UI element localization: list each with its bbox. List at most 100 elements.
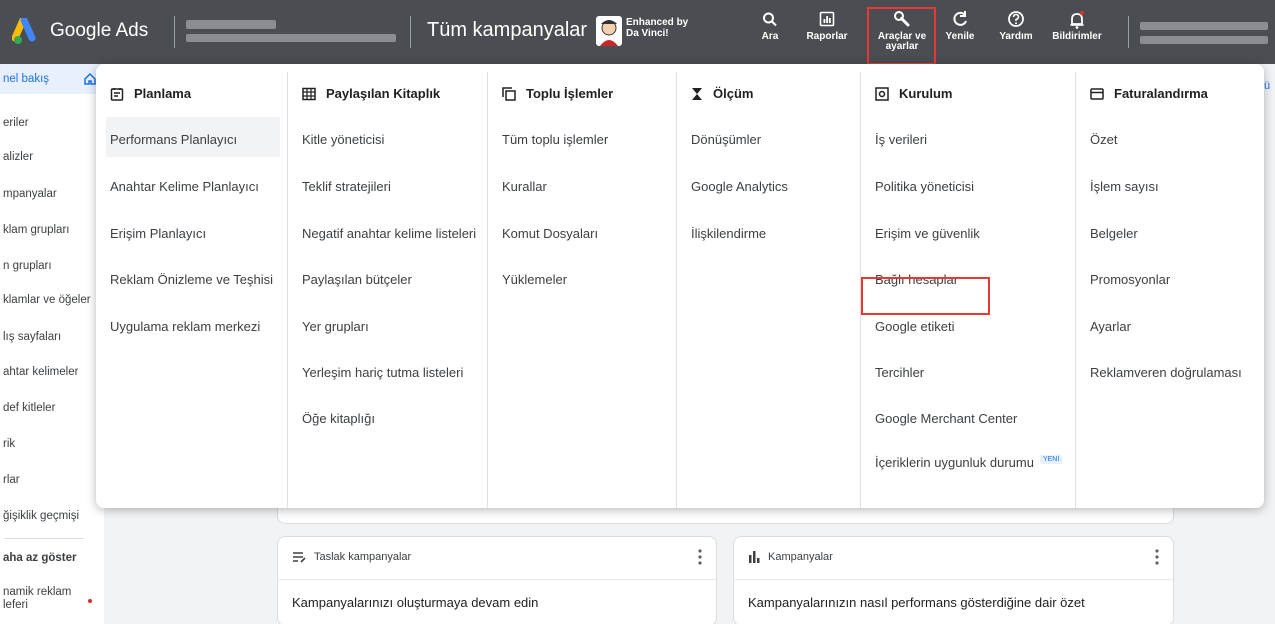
menu-link-ad-preview[interactable]: Reklam Önizleme ve Teşhisi: [110, 272, 273, 287]
sidebar-item[interactable]: klam grupları: [0, 224, 104, 236]
menu-link-settings[interactable]: Ayarlar: [1090, 319, 1131, 334]
draft-icon: [293, 552, 306, 563]
card-body: Kampanyalarınızın nasıl performans göste…: [748, 595, 1085, 610]
sidebar-item[interactable]: rik: [0, 438, 104, 450]
sidebar-item[interactable]: n grupları: [0, 260, 104, 272]
avatar: [596, 16, 622, 46]
enhanced-badge: Enhanced by Da Vinci!: [626, 17, 689, 39]
more-vert-icon[interactable]: [1155, 549, 1159, 565]
sidebar-item[interactable]: klamlar ve öğeler: [0, 294, 104, 306]
home-icon: [84, 73, 96, 85]
campaigns-card: Kampanyalar Kampanyalarınızın nasıl perf…: [733, 536, 1174, 624]
menu-link-all-bulk-actions[interactable]: Tüm toplu işlemler: [502, 132, 608, 147]
menu-link-summary[interactable]: Özet: [1090, 132, 1117, 147]
sidebar-item[interactable]: mpanyalar: [0, 188, 104, 200]
menu-column-bulk-actions: Toplu İşlemler Tüm toplu işlemler Kurall…: [487, 72, 676, 508]
menu-column-title: Paylaşılan Kitaplık: [326, 86, 441, 101]
menu-link-google-tag[interactable]: Google etiketi: [875, 319, 955, 334]
reports-button[interactable]: Raporlar: [804, 10, 850, 60]
menu-link-performance-planner[interactable]: Performans Planlayıcı: [110, 132, 237, 147]
menu-link-google-merchant-center[interactable]: Google Merchant Center: [875, 411, 1017, 426]
right-edge-text: ü: [1264, 80, 1271, 92]
menu-link-app-ads-hub[interactable]: Uygulama reklam merkezi: [110, 319, 260, 334]
more-vert-icon[interactable]: [698, 549, 702, 565]
menu-link-asset-library[interactable]: Öğe kitaplığı: [302, 411, 375, 426]
menu-link-preferences[interactable]: Tercihler: [875, 365, 924, 380]
help-button[interactable]: Yardım: [996, 10, 1036, 60]
top-app-bar: Google Ads Tüm kampanyalar Enhanced by D…: [0, 0, 1275, 65]
redacted-user-name: [1140, 22, 1268, 30]
menu-link-shared-budgets[interactable]: Paylaşılan bütçeler: [302, 272, 412, 287]
menu-link-advertiser-verification[interactable]: Reklamveren doğrulaması: [1090, 365, 1242, 380]
menu-column-title: Kurulum: [899, 86, 953, 101]
show-less-toggle[interactable]: aha az göster: [0, 552, 104, 564]
card-title: Kampanyalar: [768, 551, 833, 563]
draft-campaigns-card: Taslak kampanyalar Kampanyalarınızı oluş…: [277, 536, 717, 624]
menu-column-shared-library: Paylaşılan Kitaplık Kitle yöneticisi Tek…: [287, 72, 487, 508]
bulk-icon: [502, 86, 516, 101]
sidebar-item-overview[interactable]: nel bakış: [0, 64, 104, 94]
menu-column-title: Toplu İşlemler: [526, 86, 614, 101]
menu-column-title: Ölçüm: [713, 86, 754, 101]
bar-chart-icon: [749, 551, 760, 563]
help-icon: [1008, 11, 1024, 27]
menu-link-transactions[interactable]: İşlem sayısı: [1090, 179, 1159, 194]
brand-name: Google Ads: [50, 20, 149, 41]
redacted-account-name: [186, 20, 276, 29]
sidebar-item[interactable]: def kitleler: [0, 402, 104, 414]
menu-link-rules[interactable]: Kurallar: [502, 179, 547, 194]
card-title: Taslak kampanyalar: [314, 551, 412, 563]
menu-link-attribution[interactable]: İlişkilendirme: [691, 226, 766, 241]
left-sidebar: nel bakış eriler alizler mpanyalar klam …: [0, 64, 104, 624]
menu-column-measurement: Ölçüm Dönüşümler Google Analytics İlişki…: [676, 72, 860, 508]
menu-link-negative-keyword-lists[interactable]: Negatif anahtar kelime listeleri: [302, 226, 476, 241]
redacted-user-email: [1140, 36, 1268, 44]
hourglass-icon: [692, 87, 702, 100]
menu-link-promotions[interactable]: Promosyonlar: [1090, 272, 1170, 287]
menu-link-placement-exclusion-lists[interactable]: Yerleşim hariç tutma listeleri: [302, 365, 463, 380]
sidebar-item[interactable]: alizler: [0, 151, 104, 163]
sidebar-item[interactable]: rlar: [0, 474, 104, 486]
page-title: Tüm kampanyalar: [427, 19, 588, 41]
menu-link-reach-planner[interactable]: Erişim Planlayıcı: [110, 226, 206, 241]
access-security-highlight-box: [861, 277, 990, 315]
search-icon: [763, 12, 777, 27]
menu-link-bid-strategies[interactable]: Teklif stratejileri: [302, 179, 391, 194]
billing-icon: [1090, 87, 1104, 100]
menu-column-title: Planlama: [134, 86, 192, 101]
menu-link-conversions[interactable]: Dönüşümler: [691, 132, 761, 147]
menu-link-keyword-planner[interactable]: Anahtar Kelime Planlayıcı: [110, 179, 259, 194]
tools-highlight-box: [867, 7, 936, 65]
menu-link-location-groups[interactable]: Yer grupları: [302, 319, 369, 334]
menu-link-uploads[interactable]: Yüklemeler: [502, 272, 567, 287]
planning-icon: [110, 87, 124, 101]
sidebar-item[interactable]: lış sayfaları: [0, 331, 104, 343]
sidebar-item[interactable]: ahtar kelimeler: [0, 366, 104, 378]
menu-column-planning: Planlama Performans Planlayıcı Anahtar K…: [96, 72, 288, 508]
redacted-account-id: [186, 34, 396, 42]
menu-link-audience-manager[interactable]: Kitle yöneticisi: [302, 132, 384, 147]
menu-link-google-analytics[interactable]: Google Analytics: [691, 179, 788, 194]
refresh-icon: [953, 11, 967, 26]
menu-link-content-suitability[interactable]: İçeriklerin uygunluk durumu YENİ: [875, 455, 1063, 470]
sidebar-item[interactable]: eriler: [0, 117, 104, 129]
setup-icon: [875, 86, 889, 101]
bell-icon: [1070, 10, 1085, 29]
sidebar-item[interactable]: namik reklam: [0, 586, 104, 598]
menu-link-scripts[interactable]: Komut Dosyaları: [502, 226, 598, 241]
library-icon: [302, 87, 316, 100]
menu-link-business-data[interactable]: İş verileri: [875, 132, 927, 147]
menu-link-documents[interactable]: Belgeler: [1090, 226, 1138, 241]
menu-column-title: Faturalandırma: [1114, 86, 1208, 101]
sidebar-item[interactable]: ğişiklik geçmişi: [0, 510, 104, 522]
menu-link-policy-manager[interactable]: Politika yöneticisi: [875, 179, 974, 194]
notifications-button[interactable]: Bildirimler: [1048, 10, 1106, 60]
menu-link-access-and-security[interactable]: Erişim ve güvenlik: [875, 226, 980, 241]
tools-mega-menu: Planlama Performans Planlayıcı Anahtar K…: [96, 64, 1264, 508]
menu-column-billing: Faturalandırma Özet İşlem sayısı Belgele…: [1075, 72, 1264, 508]
reports-icon: [819, 11, 835, 27]
search-button[interactable]: Ara: [752, 10, 788, 60]
card-body: Kampanyalarınızı oluşturmaya devam edin: [292, 595, 539, 610]
sidebar-item[interactable]: leferi: [0, 599, 104, 611]
refresh-button[interactable]: Yenile: [942, 10, 978, 60]
